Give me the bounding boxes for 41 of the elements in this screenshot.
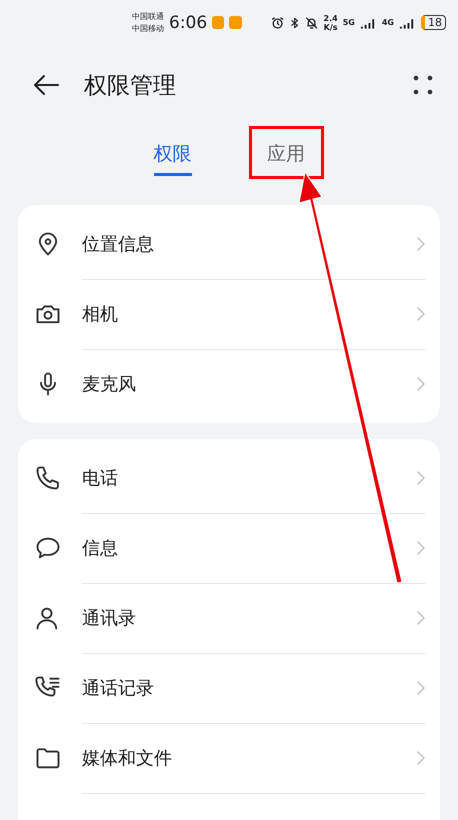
- permission-row[interactable]: 麦克风: [18, 349, 440, 419]
- permission-label: 相机: [82, 302, 119, 326]
- permission-label: 信息: [82, 536, 119, 560]
- page-title: 权限管理: [84, 72, 177, 100]
- chevron-right-icon: [416, 376, 426, 392]
- signal-icon: [398, 16, 416, 28]
- back-arrow-icon[interactable]: [32, 73, 60, 97]
- carrier-name: 中国联通: [132, 10, 164, 22]
- network-type: 5G: [342, 18, 355, 27]
- carrier-name: 中国移动: [132, 22, 164, 34]
- chevron-right-icon: [416, 470, 426, 486]
- muted-bell-icon: [305, 16, 319, 30]
- permission-row[interactable]: 通话记录: [18, 653, 440, 723]
- chevron-right-icon: [416, 236, 426, 252]
- signal-icon: [360, 16, 377, 28]
- tab[interactable]: 应用: [267, 136, 305, 176]
- network-speed: 2.4: [324, 14, 338, 22]
- bluetooth-icon: [288, 16, 300, 30]
- permission-label: 麦克风: [82, 373, 137, 396]
- phone-icon: [34, 464, 62, 492]
- chevron-right-icon: [416, 680, 426, 696]
- speed-unit: K/s: [324, 22, 338, 32]
- chevron-right-icon: [416, 306, 426, 322]
- permission-label: 电话: [82, 466, 119, 490]
- chevron-right-icon: [416, 750, 426, 766]
- permission-label: 通讯录: [82, 606, 137, 630]
- chevron-right-icon: [416, 540, 426, 556]
- permission-row[interactable]: 媒体和文件: [18, 723, 440, 793]
- chevron-right-icon: [416, 610, 426, 626]
- tab[interactable]: 权限: [154, 137, 192, 176]
- permission-row[interactable]: 通讯录: [18, 583, 440, 653]
- battery-indicator: 18: [420, 15, 446, 30]
- permission-label: 通话记录: [82, 676, 155, 700]
- more-options-icon[interactable]: [412, 74, 434, 96]
- app-notification-icon: [229, 16, 242, 29]
- app-notification-icon: [212, 16, 224, 29]
- permission-label: 媒体和文件: [82, 746, 173, 770]
- clock-time: 6:06: [169, 12, 208, 32]
- network-type: 4G: [382, 18, 394, 27]
- permission-label: 位置信息: [82, 232, 155, 256]
- alarm-icon: [270, 16, 284, 30]
